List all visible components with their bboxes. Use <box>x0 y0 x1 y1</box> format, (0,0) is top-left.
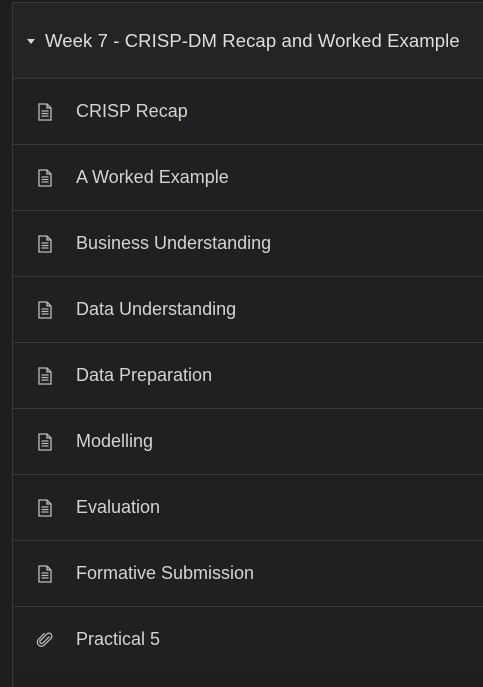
module-item-data-understanding[interactable]: Data Understanding <box>13 277 483 343</box>
module-item-evaluation[interactable]: Evaluation <box>13 475 483 541</box>
module-item-crisp-recap[interactable]: CRISP Recap <box>13 79 483 145</box>
module-item-practical-5[interactable]: Practical 5 <box>13 607 483 672</box>
module-item-label[interactable]: Practical 5 <box>76 629 160 650</box>
document-icon <box>36 564 54 584</box>
module-item-label[interactable]: Formative Submission <box>76 563 254 584</box>
module-item-formative-submission[interactable]: Formative Submission <box>13 541 483 607</box>
document-icon <box>36 498 54 518</box>
module-item-label[interactable]: A Worked Example <box>76 167 229 188</box>
document-icon <box>36 432 54 452</box>
module-item-business-understanding[interactable]: Business Understanding <box>13 211 483 277</box>
module-item-modelling[interactable]: Modelling <box>13 409 483 475</box>
paperclip-icon <box>36 630 54 650</box>
document-icon <box>36 366 54 386</box>
document-icon <box>36 300 54 320</box>
module-item-label[interactable]: Modelling <box>76 431 153 452</box>
module-item-label[interactable]: Evaluation <box>76 497 160 518</box>
module-item-label[interactable]: Business Understanding <box>76 233 271 254</box>
module-item-label[interactable]: Data Understanding <box>76 299 236 320</box>
document-icon <box>36 234 54 254</box>
module-header[interactable]: Week 7 - CRISP-DM Recap and Worked Examp… <box>13 3 483 79</box>
module-panel: Week 7 - CRISP-DM Recap and Worked Examp… <box>12 2 483 687</box>
module-item-worked-example[interactable]: A Worked Example <box>13 145 483 211</box>
module-title: Week 7 - CRISP-DM Recap and Worked Examp… <box>45 29 460 51</box>
module-item-label[interactable]: CRISP Recap <box>76 101 188 122</box>
document-icon <box>36 102 54 122</box>
module-item-label[interactable]: Data Preparation <box>76 365 212 386</box>
document-icon <box>36 168 54 188</box>
caret-down-icon[interactable] <box>27 38 35 44</box>
module-item-data-preparation[interactable]: Data Preparation <box>13 343 483 409</box>
